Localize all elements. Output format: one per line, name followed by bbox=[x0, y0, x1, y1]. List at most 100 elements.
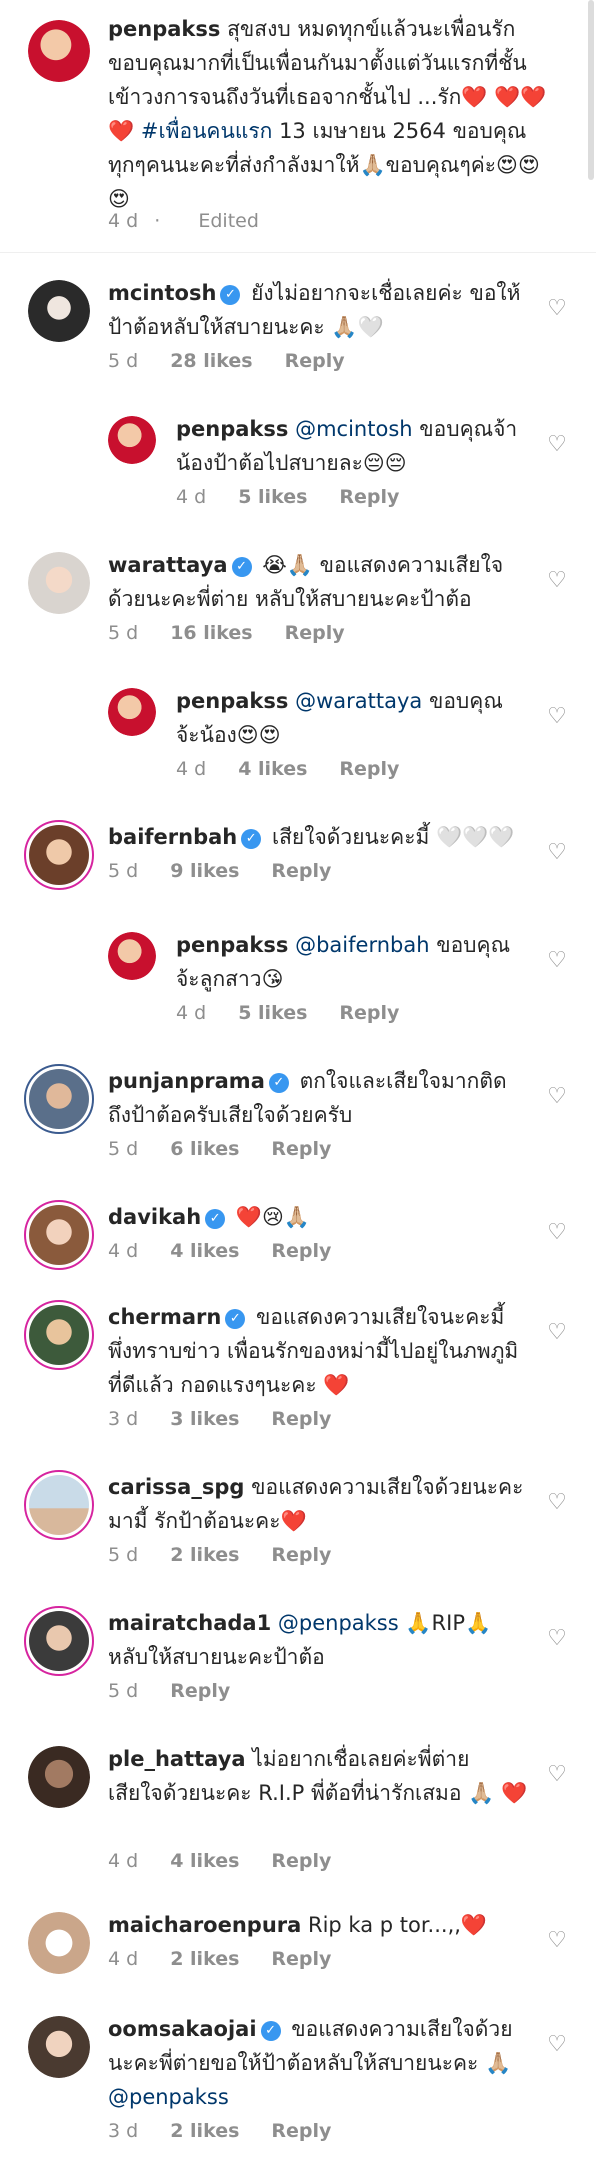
comment-meta: 5 d 28 likes Reply bbox=[108, 348, 377, 374]
avatar[interactable] bbox=[108, 688, 156, 736]
avatar[interactable] bbox=[108, 932, 156, 980]
mention-link[interactable]: @penpakss bbox=[278, 1611, 399, 1635]
comment-text: davikah ✓ ❤️😢🙏🏼 bbox=[108, 1205, 311, 1229]
timestamp: 4 d bbox=[108, 1240, 139, 1262]
username[interactable]: punjanprama bbox=[108, 1069, 265, 1093]
reply-button[interactable]: Reply bbox=[271, 1138, 331, 1160]
heart-outline-icon[interactable]: ♡ bbox=[546, 1222, 568, 1244]
likes-count[interactable]: 2 likes bbox=[170, 1948, 239, 1970]
avatar[interactable] bbox=[24, 820, 94, 890]
username[interactable]: mcintosh bbox=[108, 281, 216, 305]
heart-outline-icon[interactable]: ♡ bbox=[546, 1628, 568, 1650]
avatar[interactable] bbox=[24, 1200, 94, 1270]
heart-outline-icon[interactable]: ♡ bbox=[546, 1930, 568, 1952]
timestamp: 4 d bbox=[176, 758, 207, 780]
hashtag-link[interactable]: #เพื่อนคนแรก bbox=[141, 119, 273, 143]
likes-count[interactable]: 2 likes bbox=[170, 1544, 239, 1566]
username[interactable]: warattaya bbox=[108, 553, 228, 577]
likes-count[interactable]: 5 likes bbox=[238, 1002, 307, 1024]
verified-badge-icon: ✓ bbox=[205, 1209, 226, 1229]
likes-count[interactable]: 4 likes bbox=[238, 758, 307, 780]
timestamp: 5 d bbox=[108, 1138, 139, 1160]
reply-button[interactable]: Reply bbox=[285, 622, 345, 644]
likes-count[interactable]: 3 likes bbox=[170, 1408, 239, 1430]
comment-text: chermarn ✓ ขอแสดงความเสียใจนะคะมี้ พึ่งทร… bbox=[108, 1305, 519, 1397]
avatar[interactable] bbox=[108, 416, 156, 464]
caption-meta: 4 d · Edited bbox=[108, 210, 259, 232]
heart-outline-icon[interactable]: ♡ bbox=[546, 706, 568, 728]
reply-button[interactable]: Reply bbox=[271, 1544, 331, 1566]
avatar[interactable] bbox=[24, 1470, 94, 1540]
username[interactable]: carissa_spg bbox=[108, 1475, 244, 1499]
reply-button[interactable]: Reply bbox=[170, 1680, 230, 1702]
likes-count[interactable]: 28 likes bbox=[170, 350, 252, 372]
reply-button[interactable]: Reply bbox=[271, 860, 331, 882]
timestamp: 4 d bbox=[108, 1948, 139, 1970]
timestamp: 4 d bbox=[108, 1850, 139, 1872]
likes-count[interactable]: 4 likes bbox=[170, 1240, 239, 1262]
username[interactable]: penpakss bbox=[176, 417, 288, 441]
caption-text: penpakss สุขสงบ หมดทุกข์แล้วนะเพื่อนรัก … bbox=[108, 17, 547, 211]
mention-link[interactable]: @warattaya bbox=[295, 689, 422, 713]
avatar[interactable] bbox=[28, 1912, 90, 1974]
heart-outline-icon[interactable]: ♡ bbox=[546, 298, 568, 320]
avatar[interactable] bbox=[24, 1606, 94, 1676]
likes-count[interactable]: 4 likes bbox=[170, 1850, 239, 1872]
reply-button[interactable]: Reply bbox=[339, 486, 399, 508]
reply-button[interactable]: Reply bbox=[271, 2120, 331, 2142]
avatar[interactable] bbox=[28, 280, 90, 342]
reply-button[interactable]: Reply bbox=[339, 758, 399, 780]
heart-outline-icon[interactable]: ♡ bbox=[546, 950, 568, 972]
mention-link[interactable]: @penpakss bbox=[108, 2085, 229, 2109]
comment-text: punjanprama ✓ ตกใจและเสียใจมากติดถึงป้าต้… bbox=[108, 1069, 507, 1127]
heart-outline-icon[interactable]: ♡ bbox=[546, 1322, 568, 1344]
username[interactable]: ple_hattaya bbox=[108, 1747, 246, 1771]
reply-button[interactable]: Reply bbox=[339, 1002, 399, 1024]
likes-count[interactable]: 9 likes bbox=[170, 860, 239, 882]
comment-meta: 4 d 4 likes Reply bbox=[108, 1238, 363, 1264]
username[interactable]: chermarn bbox=[108, 1305, 221, 1329]
scrollbar[interactable] bbox=[588, 0, 594, 180]
timestamp: 3 d bbox=[108, 2120, 139, 2142]
username[interactable]: oomsakaojai bbox=[108, 2017, 257, 2041]
timestamp: 4 d bbox=[176, 1002, 207, 1024]
mention-link[interactable]: @mcintosh bbox=[295, 417, 412, 441]
comment-meta: 5 d 16 likes Reply bbox=[108, 620, 377, 646]
avatar[interactable] bbox=[28, 20, 90, 82]
verified-badge-icon: ✓ bbox=[260, 2021, 281, 2041]
heart-outline-icon[interactable]: ♡ bbox=[546, 2034, 568, 2056]
avatar[interactable] bbox=[28, 552, 90, 614]
username[interactable]: maicharoenpura bbox=[108, 1913, 301, 1937]
likes-count[interactable]: 2 likes bbox=[170, 2120, 239, 2142]
username[interactable]: penpakss bbox=[176, 689, 288, 713]
heart-outline-icon[interactable]: ♡ bbox=[546, 1086, 568, 1108]
comment-meta: 3 d 3 likes Reply bbox=[108, 1406, 363, 1432]
mention-link[interactable]: @baifernbah bbox=[295, 933, 429, 957]
username[interactable]: baifernbah bbox=[108, 825, 237, 849]
comment-meta: 4 d 2 likes Reply bbox=[108, 1946, 363, 1972]
likes-count[interactable]: 6 likes bbox=[170, 1138, 239, 1160]
comment-meta: 5 d 6 likes Reply bbox=[108, 1136, 363, 1162]
timestamp: 4 d bbox=[108, 210, 139, 232]
username[interactable]: mairatchada1 bbox=[108, 1611, 271, 1635]
avatar[interactable] bbox=[28, 2016, 90, 2078]
likes-count[interactable]: 5 likes bbox=[238, 486, 307, 508]
avatar[interactable] bbox=[24, 1300, 94, 1370]
heart-outline-icon[interactable]: ♡ bbox=[546, 1492, 568, 1514]
avatar[interactable] bbox=[24, 1064, 94, 1134]
username[interactable]: penpakss bbox=[108, 17, 220, 41]
heart-outline-icon[interactable]: ♡ bbox=[546, 1764, 568, 1786]
avatar[interactable] bbox=[28, 1746, 90, 1808]
username[interactable]: penpakss bbox=[176, 933, 288, 957]
reply-button[interactable]: Reply bbox=[271, 1948, 331, 1970]
reply-button[interactable]: Reply bbox=[271, 1240, 331, 1262]
heart-outline-icon[interactable]: ♡ bbox=[546, 570, 568, 592]
reply-button[interactable]: Reply bbox=[271, 1850, 331, 1872]
username[interactable]: davikah bbox=[108, 1205, 201, 1229]
reply-button[interactable]: Reply bbox=[271, 1408, 331, 1430]
heart-outline-icon[interactable]: ♡ bbox=[546, 434, 568, 456]
reply-button[interactable]: Reply bbox=[285, 350, 345, 372]
verified-badge-icon: ✓ bbox=[225, 1309, 246, 1329]
likes-count[interactable]: 16 likes bbox=[170, 622, 252, 644]
heart-outline-icon[interactable]: ♡ bbox=[546, 842, 568, 864]
